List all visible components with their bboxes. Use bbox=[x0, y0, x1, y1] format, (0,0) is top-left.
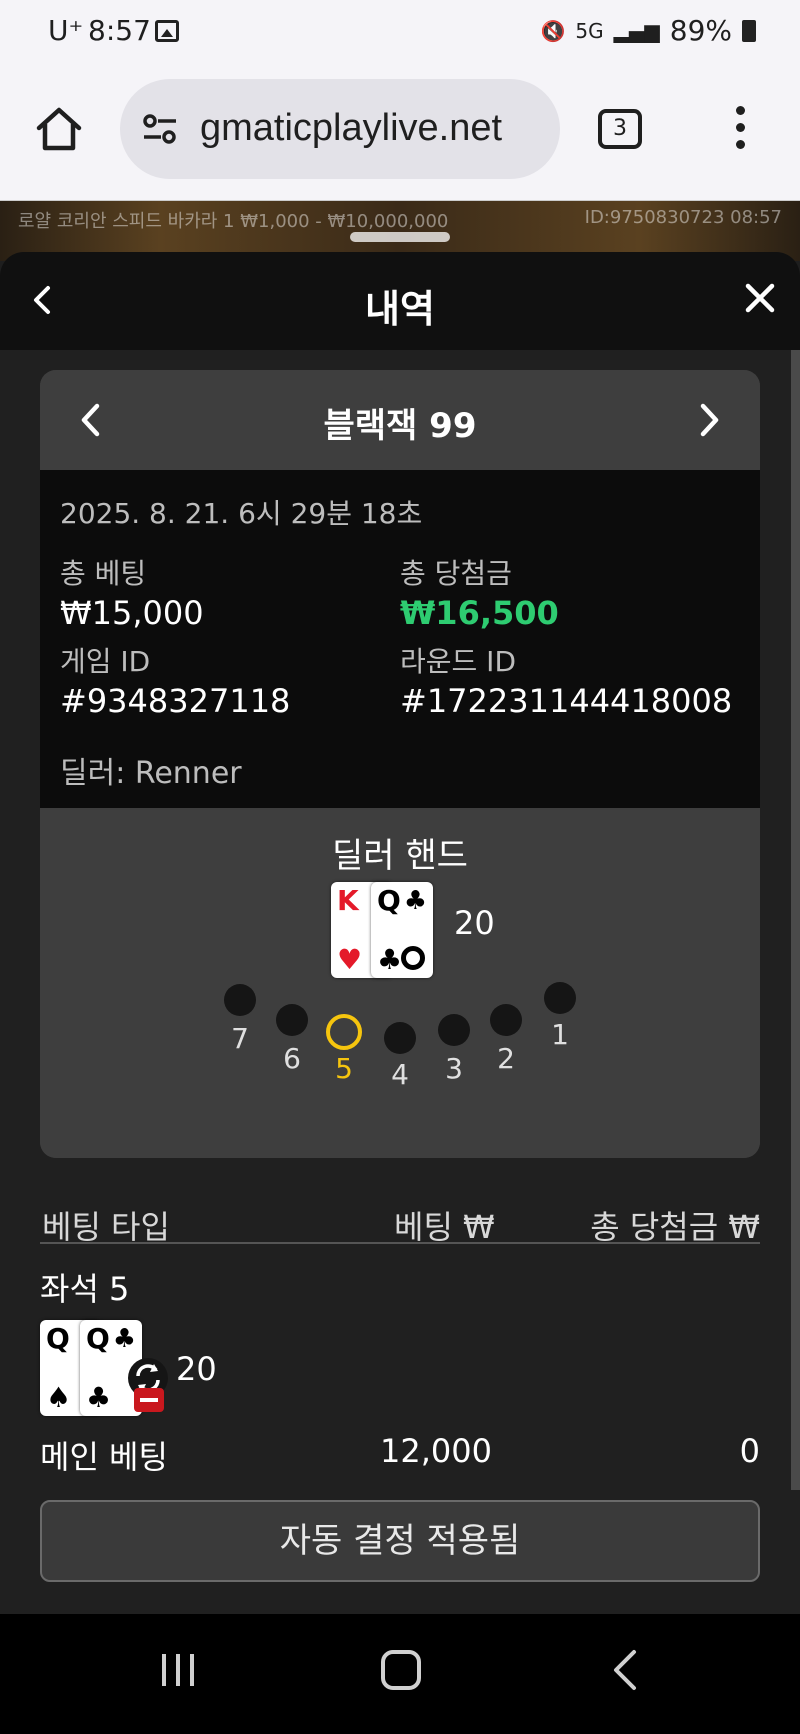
sheet-drag-handle[interactable] bbox=[350, 232, 450, 242]
total-win-label: 총 당첨금 bbox=[400, 557, 512, 590]
round-navigator: 블랙잭 99 bbox=[40, 370, 760, 470]
network-type: 5G bbox=[575, 18, 604, 43]
total-bet-label: 총 베팅 bbox=[60, 557, 147, 590]
bet-table-header: 베팅 타입 베팅 ₩ 총 당첨금 ₩ bbox=[40, 1194, 760, 1246]
round-details: 2025. 8. 21. 6시 29분 18초 총 베팅 ₩15,000 총 당… bbox=[40, 470, 760, 808]
total-bet-value: ₩15,000 bbox=[60, 594, 204, 632]
seat-2-label: 2 bbox=[497, 1042, 515, 1075]
gallery-notification-icon bbox=[155, 20, 179, 42]
card-rank: Q bbox=[377, 884, 401, 917]
game-id-label: 게임 ID bbox=[60, 645, 151, 678]
seat-2-marker bbox=[490, 1004, 522, 1036]
seat-1-marker bbox=[544, 982, 576, 1014]
seat-5-marker-active bbox=[326, 1014, 362, 1050]
club-suit-icon: ♣ bbox=[86, 1381, 112, 1414]
url-text[interactable]: gmaticplaylive.net bbox=[200, 107, 502, 150]
seat-3-label: 3 bbox=[445, 1052, 463, 1085]
status-time: 8:57 bbox=[88, 14, 151, 47]
battery-percent: 89% bbox=[669, 14, 732, 47]
site-settings-icon[interactable] bbox=[140, 111, 180, 147]
dealer-total: 20 bbox=[454, 904, 495, 942]
minus-badge-icon bbox=[134, 1388, 164, 1412]
player-hand-total: 20 bbox=[176, 1350, 217, 1388]
seat-4-label: 4 bbox=[391, 1058, 409, 1091]
home-nav-icon[interactable] bbox=[381, 1650, 421, 1690]
seat-label: 좌석 5 bbox=[40, 1270, 130, 1308]
mute-icon: 🔇 bbox=[540, 18, 566, 43]
seat-3-marker bbox=[438, 1014, 470, 1046]
round-id-label: 라운드 ID bbox=[400, 645, 516, 678]
club-suit-icon: ♣ bbox=[403, 886, 427, 916]
club-suit-icon: ♣ bbox=[112, 1324, 136, 1354]
sheet-header: 내역 bbox=[0, 252, 800, 350]
card-corner-ring bbox=[401, 946, 425, 970]
browser-toolbar: gmaticplaylive.net 3 bbox=[0, 64, 800, 201]
seat-6-label: 6 bbox=[283, 1042, 301, 1075]
seat-6-marker bbox=[276, 1004, 308, 1036]
round-datetime: 2025. 8. 21. 6시 29분 18초 bbox=[60, 497, 423, 530]
bet-row-amount: 12,000 bbox=[380, 1432, 492, 1470]
carrier-label: U⁺ bbox=[48, 14, 84, 47]
game-id-value: #9348327118 bbox=[60, 682, 291, 720]
column-bet-type: 베팅 타입 bbox=[42, 1208, 170, 1246]
bet-row-win: 0 bbox=[739, 1432, 760, 1470]
scrollbar-thumb[interactable] bbox=[791, 350, 800, 1490]
spade-suit-icon: ♠ bbox=[46, 1381, 72, 1414]
tab-switcher-button[interactable]: 3 bbox=[598, 109, 642, 149]
card-rank: Q bbox=[46, 1322, 70, 1355]
club-suit-icon: ♣ bbox=[377, 943, 403, 976]
home-icon[interactable] bbox=[34, 104, 84, 154]
sheet-title: 내역 bbox=[365, 287, 435, 331]
seat-7-marker bbox=[224, 984, 256, 1016]
seat-7-label: 7 bbox=[231, 1022, 249, 1055]
bet-row-type: 메인 베팅 bbox=[40, 1438, 168, 1476]
card-rank: K bbox=[337, 884, 359, 917]
session-id: ID:9750830723 08:57 bbox=[584, 207, 782, 228]
address-bar[interactable]: gmaticplaylive.net bbox=[120, 79, 560, 179]
status-bar: U⁺ 8:57 🔇 5G ▂▄▆ 89% bbox=[0, 0, 800, 64]
heart-suit-icon: ♥ bbox=[337, 943, 363, 976]
seat-1-label: 1 bbox=[551, 1018, 569, 1051]
seat-4-marker bbox=[384, 1022, 416, 1054]
game-name: 블랙잭 99 bbox=[323, 406, 477, 446]
dealer-name: 딜러: Renner bbox=[60, 756, 242, 791]
dealer-hand-panel: 딜러 핸드 K ♥ Q ♣ ♣ 20 7 6 5 4 3 2 1 bbox=[40, 808, 760, 1158]
dealer-hand-title: 딜러 핸드 bbox=[332, 836, 468, 876]
next-round-icon[interactable] bbox=[696, 400, 724, 440]
signal-icon: ▂▄▆ bbox=[613, 18, 660, 43]
column-total-win: 총 당첨금 ₩ bbox=[590, 1208, 760, 1246]
overflow-menu-icon[interactable] bbox=[732, 106, 748, 154]
seat-5-label: 5 bbox=[335, 1052, 353, 1085]
total-win-value: ₩16,500 bbox=[400, 594, 559, 632]
battery-icon bbox=[742, 19, 756, 42]
auto-decision-button[interactable]: 자동 결정 적용됨 bbox=[40, 1500, 760, 1582]
column-bet-amount: 베팅 ₩ bbox=[394, 1208, 495, 1246]
round-card: 블랙잭 99 2025. 8. 21. 6시 29분 18초 총 베팅 ₩15,… bbox=[40, 370, 760, 1158]
history-sheet: 내역 블랙잭 99 2025. 8. 21. 6시 29분 18초 총 베팅 ₩… bbox=[0, 252, 800, 1614]
close-icon[interactable] bbox=[742, 280, 778, 316]
card-rank: Q bbox=[86, 1322, 110, 1355]
dealer-card-2: Q ♣ ♣ bbox=[371, 882, 433, 978]
table-info: 로얄 코리안 스피드 바카라 1 ₩1,000 - ₩10,000,000 bbox=[18, 211, 449, 232]
back-nav-icon[interactable] bbox=[610, 1648, 640, 1692]
system-navigation-bar bbox=[0, 1614, 800, 1734]
recent-apps-icon[interactable] bbox=[158, 1650, 198, 1690]
status-right: 🔇 5G ▂▄▆ 89% bbox=[540, 14, 756, 47]
round-id-value: #172231144418008 bbox=[400, 682, 733, 720]
